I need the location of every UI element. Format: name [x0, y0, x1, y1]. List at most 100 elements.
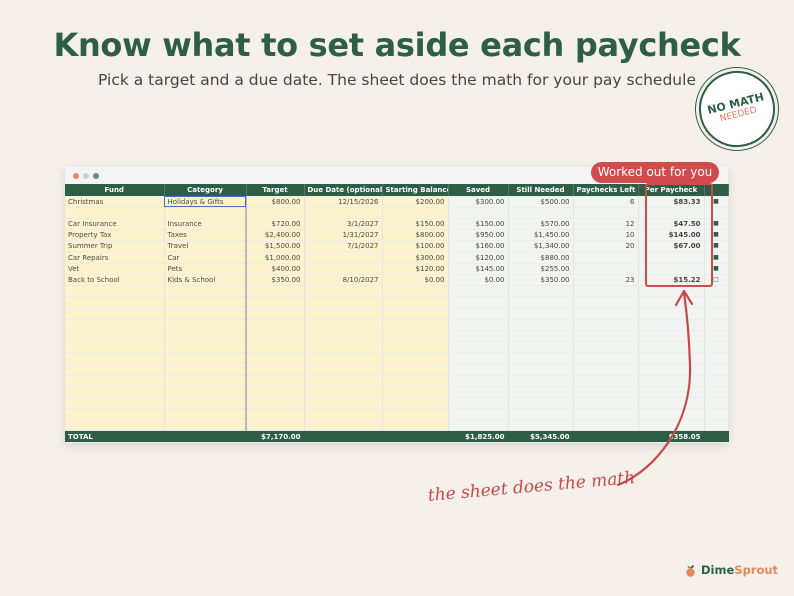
empty-cell-fund[interactable] [65, 397, 165, 410]
empty-cell-category[interactable] [164, 408, 247, 421]
empty-cell-target[interactable] [246, 341, 305, 354]
empty-cell-target[interactable] [246, 319, 305, 331]
empty-cell-still-needed[interactable] [508, 363, 574, 376]
empty-cell-target[interactable] [246, 386, 305, 398]
empty-cell-starting-balance[interactable] [382, 363, 449, 376]
empty-cell-starting-balance[interactable] [382, 341, 449, 354]
cell-saved[interactable]: $160.00 [448, 240, 509, 253]
empty-cell-target[interactable] [246, 285, 305, 298]
cell-still-needed[interactable]: $570.00 [508, 218, 574, 231]
empty-cell-category[interactable] [164, 330, 247, 342]
cell-still-needed[interactable]: $500.00 [508, 196, 574, 208]
empty-cell-saved[interactable] [448, 397, 509, 410]
cell-category[interactable]: Kids & School [164, 274, 247, 287]
empty-cell-fund[interactable] [65, 386, 165, 398]
empty-cell-target[interactable] [246, 375, 305, 387]
empty-cell-saved[interactable] [448, 330, 509, 342]
cell-still-needed[interactable]: $1,340.00 [508, 240, 574, 253]
empty-cell-still-needed[interactable] [508, 296, 574, 309]
empty-cell-still-needed[interactable] [508, 352, 574, 365]
empty-cell-due-date[interactable] [304, 352, 383, 365]
empty-cell-target[interactable] [246, 397, 305, 410]
empty-cell-starting-balance[interactable] [382, 285, 449, 298]
cell-target[interactable]: $1,000.00 [246, 251, 305, 264]
empty-cell-fund[interactable] [65, 419, 165, 432]
col-header-category[interactable]: Category [164, 184, 247, 197]
cell-paychecks-left[interactable]: 20 [573, 240, 639, 253]
cell-still-needed[interactable] [508, 207, 574, 219]
cell-starting-balance[interactable]: $0.00 [382, 274, 449, 287]
empty-cell-target[interactable] [246, 352, 305, 365]
empty-cell-category[interactable] [164, 319, 247, 331]
col-header-saved[interactable]: Saved [448, 184, 509, 197]
cell-saved[interactable] [448, 207, 509, 219]
empty-cell-starting-balance[interactable] [382, 397, 449, 410]
empty-cell-saved[interactable] [448, 386, 509, 398]
cell-fund[interactable]: Summer Trip [65, 240, 165, 253]
empty-cell-category[interactable] [164, 386, 247, 398]
empty-cell-still-needed[interactable] [508, 375, 574, 387]
empty-cell-due-date[interactable] [304, 307, 383, 320]
col-header-fund[interactable]: Fund [65, 184, 165, 197]
empty-cell-target[interactable] [246, 296, 305, 309]
cell-paychecks-left[interactable] [573, 207, 639, 219]
cell-starting-balance[interactable]: $800.00 [382, 229, 449, 242]
empty-cell-due-date[interactable] [304, 408, 383, 421]
col-header-starting-balance[interactable]: Starting Balance [382, 184, 449, 197]
cell-category[interactable]: Insurance [164, 218, 247, 231]
empty-cell-fund[interactable] [65, 408, 165, 421]
empty-cell-target[interactable] [246, 419, 305, 432]
empty-cell-starting-balance[interactable] [382, 319, 449, 331]
empty-cell-due-date[interactable] [304, 375, 383, 387]
window-maximize-dot[interactable] [93, 173, 99, 179]
cell-target[interactable]: $800.00 [246, 196, 305, 208]
cell-target[interactable]: $2,400.00 [246, 229, 305, 242]
empty-cell-category[interactable] [164, 296, 247, 309]
cell-target[interactable]: $1,500.00 [246, 240, 305, 253]
empty-cell-due-date[interactable] [304, 419, 383, 432]
cell-still-needed[interactable]: $350.00 [508, 274, 574, 287]
empty-cell-still-needed[interactable] [508, 386, 574, 398]
cell-still-needed[interactable]: $1,450.00 [508, 229, 574, 242]
empty-cell-starting-balance[interactable] [382, 296, 449, 309]
empty-cell-saved[interactable] [448, 375, 509, 387]
empty-cell-target[interactable] [246, 408, 305, 421]
empty-cell-category[interactable] [164, 363, 247, 376]
cell-category[interactable]: Pets [164, 263, 247, 275]
empty-cell-category[interactable] [164, 285, 247, 298]
empty-cell-still-needed[interactable] [508, 330, 574, 342]
empty-cell-target[interactable] [246, 307, 305, 320]
empty-cell-category[interactable] [164, 397, 247, 410]
empty-cell-fund[interactable] [65, 363, 165, 376]
cell-fund[interactable]: Back to School [65, 274, 165, 287]
empty-cell-due-date[interactable] [304, 285, 383, 298]
cell-starting-balance[interactable]: $150.00 [382, 218, 449, 231]
cell-category[interactable]: Car [164, 251, 247, 264]
cell-saved[interactable]: $950.00 [448, 229, 509, 242]
empty-cell-still-needed[interactable] [508, 307, 574, 320]
cell-starting-balance[interactable]: $100.00 [382, 240, 449, 253]
empty-cell-fund[interactable] [65, 296, 165, 309]
cell-target[interactable]: $720.00 [246, 218, 305, 231]
cell-paychecks-left[interactable]: 12 [573, 218, 639, 231]
cell-fund[interactable]: Car Insurance [65, 218, 165, 231]
window-close-dot[interactable] [73, 173, 79, 179]
empty-cell-saved[interactable] [448, 419, 509, 432]
col-header-paychecks-left[interactable]: Paychecks Left [573, 184, 639, 197]
cell-saved[interactable]: $0.00 [448, 274, 509, 287]
cell-fund[interactable]: Christmas [65, 196, 165, 208]
empty-cell-starting-balance[interactable] [382, 330, 449, 342]
empty-cell-due-date[interactable] [304, 319, 383, 331]
cell-category[interactable]: Travel [164, 240, 247, 253]
cell-still-needed[interactable]: $255.00 [508, 263, 574, 275]
cell-saved[interactable]: $145.00 [448, 263, 509, 275]
cell-due-date[interactable] [304, 263, 383, 275]
cell-due-date[interactable]: 1/31/2027 [304, 229, 383, 242]
cell-paychecks-left[interactable]: 10 [573, 229, 639, 242]
empty-cell-saved[interactable] [448, 319, 509, 331]
cell-starting-balance[interactable] [382, 207, 449, 219]
empty-cell-still-needed[interactable] [508, 319, 574, 331]
empty-cell-still-needed[interactable] [508, 397, 574, 410]
cell-target[interactable] [246, 207, 305, 219]
empty-cell-target[interactable] [246, 363, 305, 376]
